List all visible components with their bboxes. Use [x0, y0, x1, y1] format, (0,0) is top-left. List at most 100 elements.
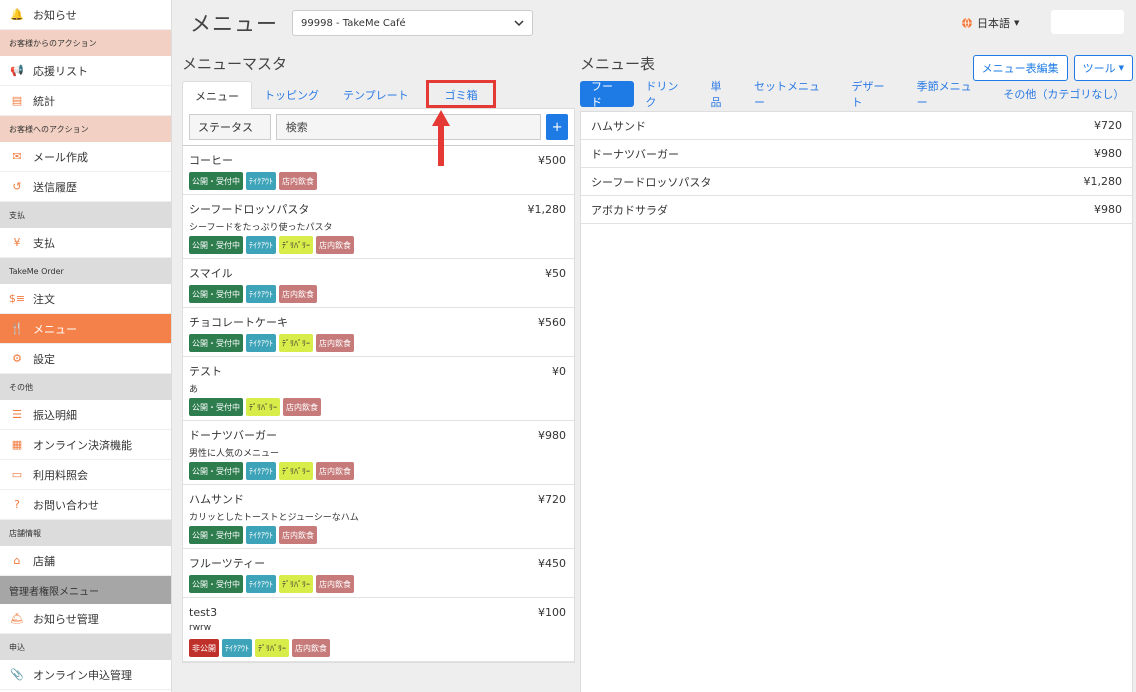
sidebar-item[interactable]: ↺ 送信履歴 [0, 172, 171, 202]
menu-item-row: test3 ¥100 [189, 605, 566, 619]
menu-list-item[interactable]: チョコレートケーキ ¥560 公開・受付中 ﾃｲｸｱｳﾄ ﾃﾞﾘﾊﾞﾘｰ 店内飲食 [183, 308, 574, 357]
sidebar-item-label: 注文 [33, 292, 55, 306]
menu-list-item[interactable]: ハムサンド ¥720 カリッとしたトーストとジューシーなハム 公開・受付中 ﾃｲｸｱｳﾄ… [183, 485, 574, 549]
sidebar-section-header: お客様からのアクション [0, 30, 171, 56]
menu-table-item-name: ドーナツバーガー [591, 147, 679, 161]
utensils-icon: 🍴 [10, 322, 24, 335]
menu-item-price: ¥980 [538, 428, 566, 442]
sidebar-section-header: 支払 [0, 202, 171, 228]
sidebar-item[interactable]: ⚙ 設定 [0, 344, 171, 374]
status-badge: ﾃﾞﾘﾊﾞﾘｰ [279, 334, 313, 352]
menu-table-item-price: ¥980 [1094, 147, 1122, 160]
menu-item-row: テスト ¥0 [189, 364, 566, 379]
menu-table-item-name: シーフードロッソパスタ [591, 175, 712, 189]
sidebar-item[interactable]: ? お問い合わせ [0, 490, 171, 520]
menu-table-row[interactable]: ハムサンド ¥720 [581, 112, 1132, 140]
sidebar-item[interactable]: 📎 オンライン申込管理 [0, 660, 171, 690]
category-tab[interactable]: セットメニュー [743, 80, 840, 109]
category-tab[interactable]: その他（カテゴリなし） [992, 81, 1133, 107]
menu-list-item[interactable]: シーフードロッソパスタ ¥1,280 シーフードをたっぷり使ったパスタ 公開・受付中ﾃ… [183, 195, 574, 259]
menu-item-tags: 公開・受付中 ﾃｲｸｱｳﾄ 店内飲食 [189, 172, 566, 190]
menu-item-name: コーヒー [189, 154, 233, 167]
envelope-icon: ✉ [12, 150, 22, 163]
menu-item-price: ¥0 [552, 364, 566, 378]
status-badge: 公開・受付中 [189, 526, 243, 544]
search-input[interactable]: 検索 [275, 114, 542, 140]
sidebar-item-label: 支払 [33, 236, 55, 250]
tab-trash[interactable]: ゴミ箱 [425, 80, 496, 109]
menu-item-tags: 公開・受付中 ﾃｲｸｱｳﾄ ﾃﾞﾘﾊﾞﾘｰ 店内飲食 [189, 462, 566, 480]
sidebar-item[interactable]: ▭ 利用料照会 [0, 460, 171, 490]
tab-template[interactable]: テンプレート [331, 81, 421, 109]
category-tab[interactable]: 単品 [699, 80, 743, 109]
question-icon: ? [14, 498, 20, 511]
sidebar-item[interactable]: 📢 応援リスト [0, 56, 171, 86]
edit-menu-table-button[interactable]: メニュー表編集 [972, 55, 1068, 81]
menu-table-row[interactable]: ドーナツバーガー ¥980 [581, 140, 1132, 168]
status-badge: ﾃｲｸｱｳﾄ [246, 236, 276, 254]
user-menu[interactable] [1051, 10, 1124, 34]
language-switcher[interactable]: 日本語 ▼ [961, 15, 1019, 31]
sidebar-section-header: その他 [0, 374, 171, 400]
status-filter[interactable]: ステータス [189, 114, 271, 140]
sidebar-item[interactable]: 🍴 メニュー [0, 314, 171, 344]
status-badge: 非公開 [189, 639, 219, 657]
menu-list-item[interactable]: スマイル ¥50 公開・受付中 ﾃｲｸｱｳﾄ 店内飲食 [183, 259, 574, 308]
status-badge: ﾃｲｸｱｳﾄ [246, 462, 276, 480]
menu-table-row[interactable]: シーフードロッソパスタ ¥1,280 [581, 168, 1132, 196]
menu-item-description: シーフードをたっぷり使ったパスタ [189, 223, 333, 233]
status-badge: 公開・受付中 [189, 285, 243, 303]
qr-icon: ▦ [11, 438, 23, 451]
category-tab[interactable]: ドリンク [634, 80, 699, 109]
category-tab[interactable]: 季節メニュー [906, 80, 993, 109]
sidebar-item[interactable]: ¥ 支払 [0, 228, 171, 258]
sidebar-item-label: 応援リスト [33, 64, 88, 78]
status-badge: 店内飲食 [316, 334, 354, 352]
category-tab[interactable]: フード [580, 80, 635, 109]
tab-topping[interactable]: トッピング [252, 81, 331, 109]
sidebar-item[interactable]: ✉ メール作成 [0, 142, 171, 172]
order-icon: $≡ [8, 292, 26, 305]
store-select[interactable]: 99998 - TakeMe Café [292, 10, 533, 36]
sidebar-item[interactable]: ▦ オンライン決済機能 [0, 430, 171, 460]
menu-item-name: スマイル [189, 267, 233, 280]
menu-item-tags: 公開・受付中 ﾃｲｸｱｳﾄ ﾃﾞﾘﾊﾞﾘｰ 店内飲食 [189, 236, 566, 254]
status-badge: ﾃﾞﾘﾊﾞﾘｰ [279, 236, 313, 254]
status-badge: ﾃｲｸｱｳﾄ [246, 575, 276, 593]
category-tab[interactable]: デザート [841, 80, 906, 109]
yen-icon: ¥ [13, 236, 21, 249]
menu-list-item[interactable]: コーヒー ¥500 公開・受付中 ﾃｲｸｱｳﾄ 店内飲食 [183, 146, 574, 195]
page-title: メニュー [190, 12, 278, 36]
menu-list-item[interactable]: test3 ¥100 rwrw 非公開 ﾃｲｸｱｳﾄ ﾃﾞﾘﾊﾞﾘｰ 店内飲食 [183, 598, 574, 662]
sidebar-item-label: 統計 [33, 94, 55, 108]
menu-item-description: rwrw [189, 623, 212, 633]
sidebar-item[interactable]: 🔔 お知らせ [0, 0, 171, 30]
bell-concierge-icon: 🛎 [10, 612, 24, 625]
sidebar-item[interactable]: ⌂ 店舗 [0, 546, 171, 576]
status-badge: ﾃｲｸｱｳﾄ [246, 334, 276, 352]
history-icon: ↺ [12, 180, 22, 193]
menu-item-price: ¥100 [538, 605, 566, 619]
language-label: 日本語 [977, 17, 1010, 30]
menu-list-item[interactable]: フルーツティー ¥450 公開・受付中 ﾃｲｸｱｳﾄ ﾃﾞﾘﾊﾞﾘｰ 店内飲食 [183, 549, 574, 598]
tools-button[interactable]: ツール ▼ [1073, 55, 1133, 81]
menu-table-row[interactable]: アボカドサラダ ¥980 [581, 196, 1132, 224]
list-icon: ☰ [12, 408, 22, 421]
menu-list-item[interactable]: テスト ¥0 あ公開・受付中 ﾃﾞﾘﾊﾞﾘｰ 店内飲食 [183, 357, 574, 421]
menu-item-name: ハムサンド [189, 493, 244, 506]
status-badge: ﾃﾞﾘﾊﾞﾘｰ [246, 398, 280, 416]
top-bar: メニュー 99998 - TakeMe Café 日本語 ▼ [173, 0, 1136, 46]
tab-menu[interactable]: メニュー [182, 81, 252, 109]
sidebar-item[interactable]: 🛎 お知らせ管理 [0, 604, 171, 634]
sidebar-item-label: 店舗 [33, 554, 55, 568]
menu-table-item-name: アボカドサラダ [591, 203, 668, 217]
sidebar-item[interactable]: ☰ 振込明細 [0, 400, 171, 430]
sidebar-item[interactable]: ▤ 統計 [0, 86, 171, 116]
add-menu-button[interactable]: + [546, 114, 568, 140]
sidebar-item-label: お知らせ [33, 8, 77, 22]
store-icon: ⌂ [13, 554, 21, 567]
menu-list-item[interactable]: ドーナツバーガー ¥980 男性に人気のメニュー 公開・受付中 ﾃｲｸｱｳﾄ ﾃﾞﾘﾊﾞﾘ… [183, 421, 574, 485]
menu-table-list: ハムサンド ¥720 ドーナツバーガー ¥980 シーフードロッソパスタ ¥1,280 アボ… [580, 111, 1133, 692]
sidebar-item[interactable]: $≡ 注文 [0, 284, 171, 314]
menu-item-name: test3 [189, 605, 218, 619]
